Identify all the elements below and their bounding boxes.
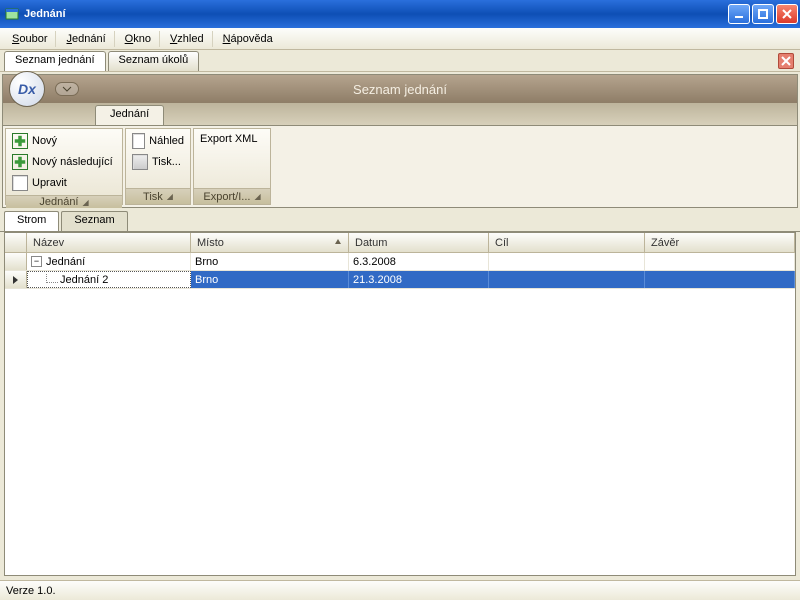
cell-misto: Brno xyxy=(191,253,349,270)
grid: Název Místo Datum Cíl Závěr − Jednání Br… xyxy=(4,232,796,576)
ribbon-group-tisk: Náhled Tisk... Tisk◢ xyxy=(125,128,191,205)
close-button[interactable] xyxy=(776,4,798,24)
print-button-label: Tisk... xyxy=(152,156,181,168)
view-tab-seznam[interactable]: Seznam xyxy=(61,211,127,231)
view-tabs: Strom Seznam xyxy=(0,210,800,232)
menu-vzhled[interactable]: Vzhled xyxy=(162,31,213,47)
ribbon-header: Dx Seznam jednání xyxy=(3,75,797,103)
sort-asc-icon xyxy=(334,237,342,249)
dialog-launcher-icon[interactable]: ◢ xyxy=(167,192,173,201)
preview-button[interactable]: Náhled xyxy=(128,131,188,151)
statusbar: Verze 1.0. xyxy=(0,580,800,600)
plus-icon xyxy=(12,133,28,149)
col-header-nazev[interactable]: Název xyxy=(27,233,191,252)
app-logo[interactable]: Dx xyxy=(9,71,45,107)
table-row[interactable]: Jednání 2 Brno 21.3.2008 xyxy=(5,271,795,289)
export-xml-button[interactable]: Export XML xyxy=(196,131,268,147)
new-next-button[interactable]: Nový následující xyxy=(8,152,120,172)
row-indicator-header xyxy=(5,233,27,252)
edit-button[interactable]: Upravit xyxy=(8,173,120,193)
titlebar: Jednání xyxy=(0,0,800,28)
printer-icon xyxy=(132,154,148,170)
new-button-label: Nový xyxy=(32,135,57,147)
ribbon-tab-jednani[interactable]: Jednání xyxy=(95,105,164,125)
tree-line-icon xyxy=(46,274,58,283)
maximize-button[interactable] xyxy=(752,4,774,24)
menu-jednani[interactable]: Jednání xyxy=(58,31,114,47)
cell-datum: 6.3.2008 xyxy=(349,253,489,270)
export-xml-button-label: Export XML xyxy=(200,133,257,145)
ribbon-tabs: Jednání xyxy=(3,103,797,125)
document-icon xyxy=(132,133,145,149)
cell-nazev: − Jednání xyxy=(27,253,191,270)
ribbon-group-export: Export XML Export/I...◢ xyxy=(193,128,271,205)
status-version: Verze 1.0. xyxy=(6,585,56,597)
col-header-zaver[interactable]: Závěr xyxy=(645,233,795,252)
ribbon-group-label-export: Export/I...◢ xyxy=(194,188,270,204)
tab-seznam-jednani[interactable]: Seznam jednání xyxy=(4,51,106,71)
menu-soubor[interactable]: Soubor xyxy=(4,31,56,47)
cell-value: Jednání xyxy=(46,256,85,268)
menubar: Soubor Jednání Okno Vzhled Nápověda xyxy=(0,28,800,50)
print-button[interactable]: Tisk... xyxy=(128,152,188,172)
dialog-launcher-icon[interactable]: ◢ xyxy=(83,198,89,207)
minimize-button[interactable] xyxy=(728,4,750,24)
document-tabs: Seznam jednání Seznam úkolů xyxy=(0,50,800,72)
cell-cil xyxy=(489,253,645,270)
cell-misto: Brno xyxy=(191,271,349,288)
tab-seznam-ukolu[interactable]: Seznam úkolů xyxy=(108,51,200,71)
menu-okno[interactable]: Okno xyxy=(117,31,160,47)
cell-zaver xyxy=(645,253,795,270)
window-title: Jednání xyxy=(24,8,728,20)
cell-zaver xyxy=(645,271,795,288)
cell-cil xyxy=(489,271,645,288)
row-indicator xyxy=(5,253,27,270)
row-indicator xyxy=(5,271,27,288)
tree-collapse-icon[interactable]: − xyxy=(31,256,42,267)
tab-close-button[interactable] xyxy=(778,53,794,69)
col-header-misto[interactable]: Místo xyxy=(191,233,349,252)
ribbon-group-label-tisk: Tisk◢ xyxy=(126,188,190,204)
view-tab-strom[interactable]: Strom xyxy=(4,211,59,231)
ribbon-group-jednani: Nový Nový následující Upravit Jednání◢ xyxy=(5,128,123,205)
new-button[interactable]: Nový xyxy=(8,131,120,151)
ribbon-quick-dropdown[interactable] xyxy=(55,82,79,96)
document-icon xyxy=(12,175,28,191)
ribbon-group-label-jednani: Jednání◢ xyxy=(6,195,122,208)
col-header-datum[interactable]: Datum xyxy=(349,233,489,252)
grid-header: Název Místo Datum Cíl Závěr xyxy=(5,233,795,253)
new-next-button-label: Nový následující xyxy=(32,156,113,168)
preview-button-label: Náhled xyxy=(149,135,184,147)
edit-button-label: Upravit xyxy=(32,177,67,189)
cell-nazev: Jednání 2 xyxy=(27,271,191,288)
cell-datum: 21.3.2008 xyxy=(349,271,489,288)
cell-value: Jednání 2 xyxy=(60,274,108,286)
ribbon-body: Nový Nový následující Upravit Jednání◢ N… xyxy=(3,125,797,207)
col-header-cil[interactable]: Cíl xyxy=(489,233,645,252)
menu-napoveda[interactable]: Nápověda xyxy=(215,31,281,47)
app-icon xyxy=(4,6,20,22)
plus-icon xyxy=(12,154,28,170)
ribbon: Dx Seznam jednání Jednání Nový Nový násl… xyxy=(2,74,798,208)
table-row[interactable]: − Jednání Brno 6.3.2008 xyxy=(5,253,795,271)
ribbon-title: Seznam jednání xyxy=(353,82,447,97)
dialog-launcher-icon[interactable]: ◢ xyxy=(254,192,260,201)
